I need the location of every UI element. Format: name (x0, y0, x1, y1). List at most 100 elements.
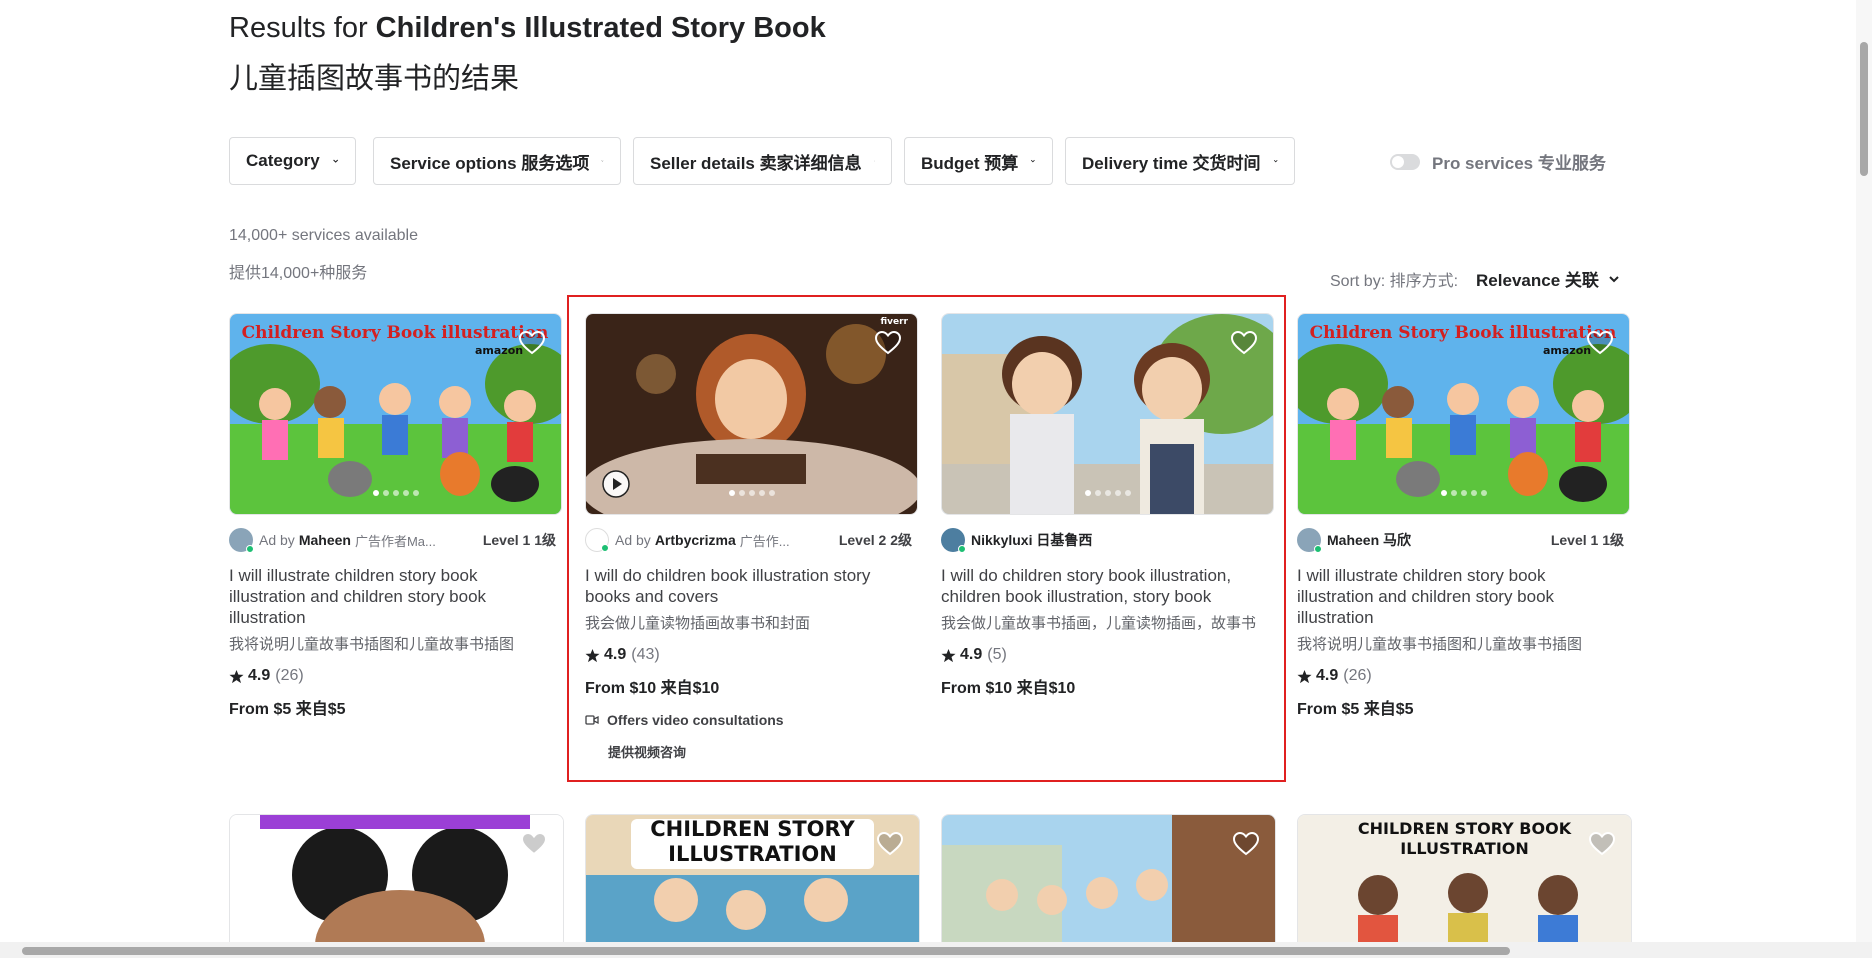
gig-card[interactable]: Children Story Book illustration amazon … (1297, 313, 1630, 719)
carousel-dots[interactable] (728, 490, 775, 496)
avatar[interactable] (1297, 528, 1322, 553)
filter-label: Delivery time 交货时间 (1082, 153, 1261, 173)
gig-title[interactable]: I will do children story book illustrati… (941, 565, 1261, 607)
review-count: (5) (987, 646, 1007, 663)
price: From $10 来自$10 (585, 680, 720, 697)
pro-services-toggle[interactable]: Pro services 专业服务 (1390, 149, 1606, 174)
heart-icon[interactable] (1231, 331, 1257, 355)
seller-extra: 广告作者Ma... (354, 533, 436, 549)
gig-thumbnail[interactable]: Children Story Book illustration amazon (229, 313, 562, 515)
seller-row: Maheen 马欣 Level 1 1级 (1297, 527, 1630, 553)
chevron-down-icon (1609, 275, 1619, 282)
vertical-scrollbar[interactable] (1856, 0, 1872, 942)
avatar[interactable] (585, 528, 609, 552)
sort-label: Sort by: 排序方式: (1330, 272, 1459, 290)
heart-icon[interactable] (875, 331, 901, 355)
review-count: (26) (275, 667, 304, 684)
heart-icon[interactable] (1589, 832, 1615, 856)
avatar[interactable] (941, 528, 966, 553)
rating-value: 4.9 (1316, 667, 1339, 684)
gig-thumbnail[interactable]: CHILDREN STORY ILLUSTRATION (585, 814, 920, 946)
chevron-down-icon (332, 159, 338, 163)
image-banner: CHILDREN STORY BOOK ILLUSTRATION (1357, 819, 1572, 858)
video-consultation-label-zh: 提供视频咨询 (608, 745, 687, 760)
pro-services-label: Pro services 专业服务 (1432, 154, 1606, 173)
chevron-down-icon (601, 160, 604, 162)
gig-image (230, 815, 563, 945)
heart-icon[interactable] (877, 832, 903, 856)
title-query: Children's Illustrated Story Book (375, 12, 826, 44)
search-results-page: Results for Children's Illustrated Story… (0, 0, 1872, 958)
rating: 4.9 (26) (1297, 667, 1630, 685)
gig-thumbnail[interactable] (941, 313, 1274, 515)
chevron-down-icon (1273, 159, 1278, 163)
gig-image (942, 314, 1273, 514)
ad-label: Ad by (615, 532, 651, 548)
seller-name[interactable]: Artbycrizma (655, 532, 736, 548)
review-count: (26) (1343, 667, 1372, 684)
rating-value: 4.9 (248, 667, 271, 684)
toggle-switch[interactable] (1390, 153, 1420, 170)
review-count: (43) (631, 646, 660, 663)
rating: 4.9 (26) (229, 667, 562, 685)
carousel-dots[interactable] (1084, 490, 1131, 496)
gig-thumbnail[interactable]: Children Story Book illustration amazon (1297, 313, 1630, 515)
price: From $5 来自$5 (229, 701, 346, 718)
gig-title[interactable]: I will do children book illustration sto… (585, 565, 905, 607)
scrollbar-thumb[interactable] (22, 947, 1510, 955)
seller-name[interactable]: Nikkyluxi 日基鲁西 (971, 530, 1092, 550)
gig-title-zh: 我会做儿童故事书插画，儿童读物插画，故事书 (941, 615, 1257, 632)
price: From $10 来自$10 (941, 680, 1076, 697)
star-icon (229, 669, 244, 683)
results-count: 14,000+ services available (229, 227, 419, 244)
rating-value: 4.9 (960, 646, 983, 663)
title-prefix: Results for (229, 12, 376, 44)
gig-card[interactable]: Children Story Book illustration amazon … (229, 313, 562, 719)
horizontal-scrollbar[interactable] (0, 942, 1872, 958)
gig-card[interactable]: fiverr Ad by Artbycrizma 广告作... Level 2 … (585, 313, 918, 761)
heart-icon[interactable] (519, 331, 545, 355)
ad-label: Ad by (259, 532, 295, 548)
sort-dropdown[interactable]: Sort by: 排序方式: Relevance 关联 (1330, 266, 1621, 291)
filter-budget[interactable]: Budget 预算 (904, 137, 1053, 185)
heart-icon[interactable] (1587, 331, 1613, 355)
scrollbar-thumb[interactable] (1860, 42, 1868, 176)
gig-thumbnail[interactable] (229, 814, 564, 946)
image-banner: CHILDREN STORY ILLUSTRATION (650, 817, 855, 866)
filter-seller-details[interactable]: Seller details 卖家详细信息 (633, 137, 892, 185)
gig-thumbnail[interactable]: CHILDREN STORY BOOK ILLUSTRATION (1297, 814, 1632, 946)
gig-thumbnail[interactable]: fiverr (585, 313, 918, 515)
rating: 4.9 (5) (941, 646, 1274, 664)
avatar[interactable] (229, 528, 254, 553)
seller-row: Nikkyluxi 日基鲁西 (941, 527, 1274, 553)
video-consultation: Offers video consultations (585, 712, 918, 728)
gig-card[interactable]: Nikkyluxi 日基鲁西 I will do children story … (941, 313, 1274, 698)
chevron-down-icon (873, 160, 875, 162)
heart-icon[interactable] (1233, 832, 1259, 856)
carousel-dots[interactable] (1440, 490, 1487, 496)
image-caption-amazon: amazon (475, 344, 523, 357)
video-consultation-label: Offers video consultations (607, 712, 784, 728)
gig-thumbnail[interactable] (941, 814, 1276, 946)
filter-service-options[interactable]: Service options 服务选项 (373, 137, 621, 185)
sort-value: Relevance 关联 (1476, 271, 1599, 290)
carousel-dots[interactable] (372, 490, 419, 496)
filter-label: Category (246, 151, 320, 170)
gig-title[interactable]: I will illustrate children story book il… (229, 565, 549, 628)
play-icon[interactable] (602, 470, 630, 498)
star-icon (585, 648, 600, 662)
rating: 4.9 (43) (585, 646, 918, 664)
heart-icon[interactable] (521, 832, 547, 856)
gig-title-zh: 我会做儿童读物插画故事书和封面 (585, 615, 811, 632)
filter-category[interactable]: Category (229, 137, 356, 185)
seller-row: Ad by Artbycrizma 广告作... Level 2 2级 (585, 527, 918, 553)
seller-name[interactable]: Maheen (299, 532, 351, 548)
seller-extra: 广告作... (739, 533, 790, 549)
seller-name[interactable]: Maheen 马欣 (1327, 530, 1411, 550)
chevron-down-icon (1031, 159, 1036, 163)
image-caption-amazon: amazon (1543, 344, 1591, 357)
gig-title[interactable]: I will illustrate children story book il… (1297, 565, 1617, 628)
seller-level: Level 1 1级 (1550, 532, 1624, 548)
gig-image: Children Story Book illustration amazon (1298, 314, 1629, 514)
filter-delivery-time[interactable]: Delivery time 交货时间 (1065, 137, 1295, 185)
